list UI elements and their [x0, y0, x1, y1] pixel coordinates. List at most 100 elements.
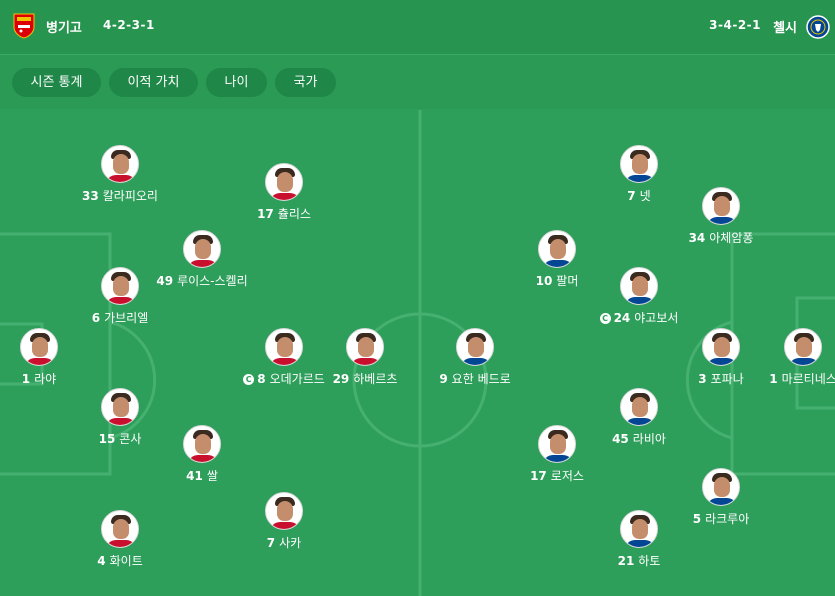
player-number: 6 — [91, 311, 101, 325]
player-avatar[interactable] — [20, 328, 58, 366]
player-number: 29 — [332, 372, 350, 386]
home-player[interactable]: 29 하베르츠 — [305, 328, 425, 386]
home-formation: 4-2-3-1 — [103, 18, 155, 32]
player-label: 17 로저스 — [497, 469, 617, 483]
player-number: 4 — [97, 554, 106, 568]
arsenal-crest-icon[interactable] — [12, 13, 36, 39]
player-avatar[interactable] — [101, 145, 139, 183]
player-avatar[interactable] — [538, 230, 576, 268]
player-avatar[interactable] — [784, 328, 822, 366]
player-label: 9 요한 베드로 — [415, 372, 535, 386]
player-avatar[interactable] — [183, 230, 221, 268]
player-number: 34 — [688, 231, 706, 245]
stat-filter-bar: 시즌 통계 이적 가치 나이 국가 — [0, 55, 835, 109]
player-name: 라야 — [34, 372, 57, 386]
player-number: 24 — [613, 311, 631, 325]
player-name: 팔머 — [556, 274, 579, 288]
home-player[interactable]: 6 가브리엘 — [60, 267, 180, 325]
home-player[interactable]: 4 화이트 — [60, 510, 180, 568]
player-number: 1 — [769, 372, 778, 386]
player-name: 화이트 — [109, 554, 143, 568]
player-label: 4 화이트 — [60, 554, 180, 568]
player-name: 쌀 — [206, 469, 218, 483]
away-player[interactable]: 34 아체암퐁 — [661, 187, 781, 245]
player-name: 하베르츠 — [353, 372, 398, 386]
home-player[interactable]: 1 라야 — [0, 328, 99, 386]
player-number: 17 — [530, 469, 547, 483]
away-player[interactable]: 1 마르티네스 — [743, 328, 835, 386]
player-avatar[interactable] — [620, 510, 658, 548]
player-label: 29 하베르츠 — [305, 372, 425, 386]
home-player[interactable]: 17 츌리스 — [224, 163, 344, 221]
player-name: 요한 베드로 — [451, 372, 511, 386]
player-avatar[interactable] — [265, 492, 303, 530]
captain-badge-icon: C — [243, 374, 255, 385]
player-label: 17 츌리스 — [224, 207, 344, 221]
player-number: 1 — [21, 372, 31, 386]
player-avatar[interactable] — [101, 267, 139, 305]
away-player[interactable]: C 24 야고보서 — [579, 267, 699, 325]
player-label: C 24 야고보서 — [579, 311, 699, 325]
player-avatar[interactable] — [620, 145, 658, 183]
away-player[interactable]: 17 로저스 — [497, 425, 617, 483]
filter-chip-season-stats[interactable]: 시즌 통계 — [12, 68, 101, 97]
player-name: 콘사 — [119, 432, 142, 446]
player-avatar[interactable] — [265, 163, 303, 201]
player-avatar[interactable] — [265, 328, 303, 366]
player-name: 마르티네스 — [781, 372, 835, 386]
player-label: 7 사카 — [224, 536, 344, 550]
player-avatar[interactable] — [702, 187, 740, 225]
away-formation: 3-4-2-1 — [709, 18, 761, 32]
player-avatar[interactable] — [183, 425, 221, 463]
player-name: 라비아 — [632, 432, 666, 446]
player-name: 가브리엘 — [104, 311, 149, 325]
home-team-name[interactable]: 병기고 — [46, 17, 82, 36]
player-name: 사카 — [279, 536, 302, 550]
player-number: 17 — [257, 207, 274, 221]
player-avatar[interactable] — [346, 328, 384, 366]
player-avatar[interactable] — [620, 267, 658, 305]
player-label: 6 가브리엘 — [60, 311, 180, 325]
player-number: 8 — [257, 372, 266, 386]
home-player[interactable]: 7 사카 — [224, 492, 344, 550]
player-name: 칼라피오리 — [102, 189, 158, 203]
player-name: 하토 — [638, 554, 661, 568]
away-player[interactable]: 21 하토 — [579, 510, 699, 568]
player-name: 아체암퐁 — [709, 231, 754, 245]
player-number: 21 — [617, 554, 635, 568]
player-avatar[interactable] — [538, 425, 576, 463]
player-label: 1 라야 — [0, 372, 99, 386]
chelsea-crest-icon[interactable] — [806, 14, 830, 40]
player-number: 15 — [98, 432, 116, 446]
player-number: 7 — [266, 536, 276, 550]
filter-chip-country[interactable]: 국가 — [275, 68, 336, 97]
lineup-header: 병기고 4-2-3-1 3-4-2-1 첼시 — [0, 0, 835, 55]
home-player[interactable]: 41 쌀 — [142, 425, 262, 483]
player-number: 9 — [439, 372, 448, 386]
filter-chip-age[interactable]: 나이 — [206, 68, 267, 97]
player-avatar[interactable] — [620, 388, 658, 426]
player-number: 7 — [627, 189, 636, 203]
filter-chip-transfer-value[interactable]: 이적 가치 — [109, 68, 198, 97]
player-number: 41 — [186, 469, 203, 483]
player-label: 41 쌀 — [142, 469, 262, 483]
player-avatar[interactable] — [702, 468, 740, 506]
player-name: 로저스 — [550, 469, 584, 483]
player-avatar[interactable] — [101, 510, 139, 548]
player-name: 넷 — [639, 189, 651, 203]
away-player[interactable]: 9 요한 베드로 — [415, 328, 535, 386]
home-player[interactable]: 33 칼라피오리 — [60, 145, 180, 203]
away-team-name[interactable]: 첼시 — [773, 17, 797, 36]
player-number: 10 — [535, 274, 553, 288]
player-number: 33 — [82, 189, 99, 203]
player-avatar[interactable] — [456, 328, 494, 366]
player-name: 라크루아 — [705, 512, 750, 526]
player-name: 루이스-스켈리 — [177, 274, 248, 288]
player-number: 3 — [698, 372, 707, 386]
player-label: 34 아체암퐁 — [661, 231, 781, 245]
player-name: 포파나 — [710, 372, 744, 386]
captain-badge-icon: C — [599, 313, 611, 324]
player-avatar[interactable] — [702, 328, 740, 366]
player-name: 야고보서 — [634, 311, 679, 325]
player-avatar[interactable] — [101, 388, 139, 426]
